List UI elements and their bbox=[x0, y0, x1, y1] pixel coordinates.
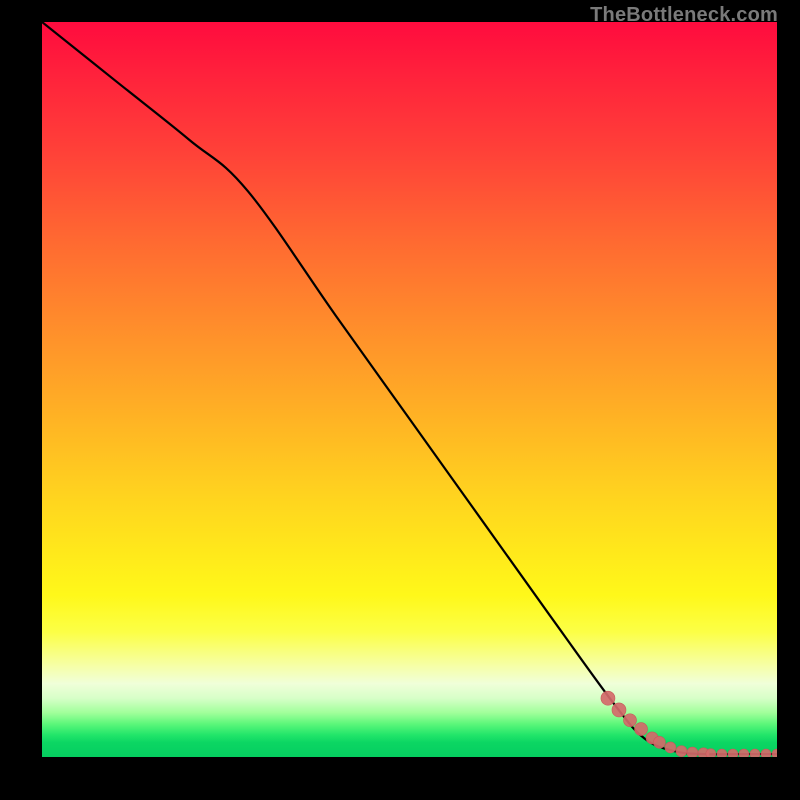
background-gradient bbox=[42, 22, 777, 757]
plot-area bbox=[42, 22, 777, 757]
chart-stage: TheBottleneck.com bbox=[0, 0, 800, 800]
